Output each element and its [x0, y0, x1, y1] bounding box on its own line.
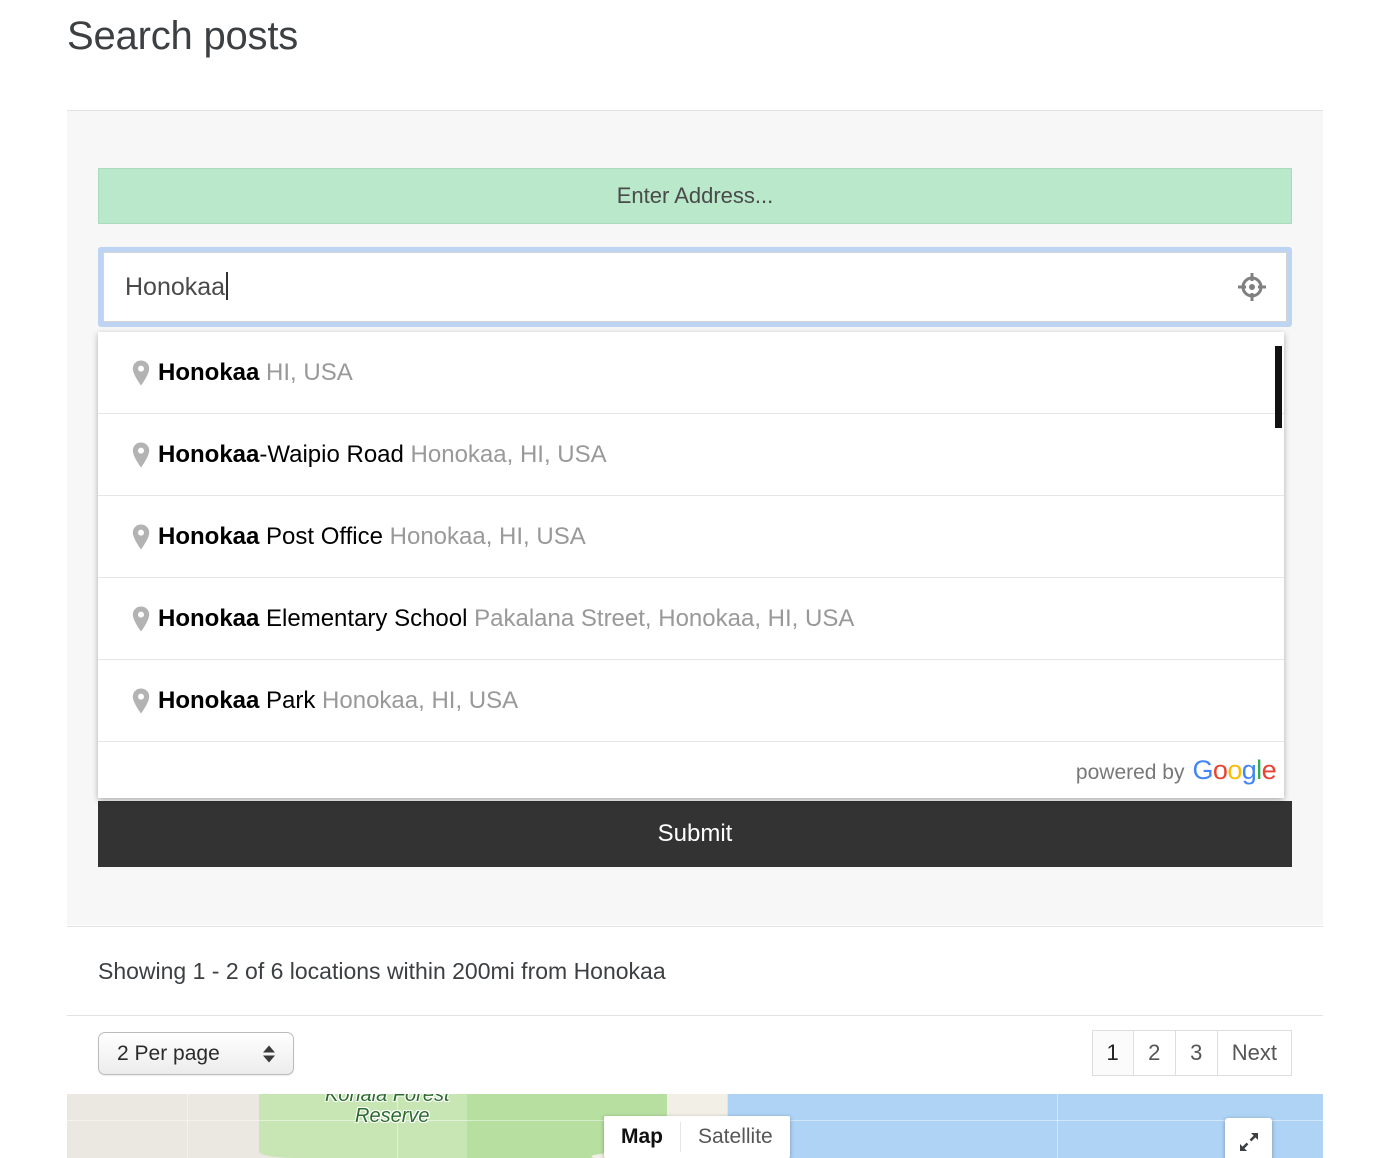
autocomplete-item[interactable]: Honokaa HI, USA [98, 332, 1284, 414]
autocomplete-footer: powered by Google [98, 742, 1284, 798]
pagination-label: 3 [1190, 1040, 1203, 1065]
autocomplete-item-text: Honokaa Elementary School Pakalana Stree… [158, 605, 854, 633]
autocomplete-item-secondary: Honokaa, HI, USA [389, 522, 586, 550]
pagination: 1 2 3 Next [1091, 1030, 1292, 1076]
autocomplete-item-main-bold: Honokaa [158, 440, 260, 468]
results-summary-text: Showing 1 - 2 of 6 locations within 200m… [98, 957, 666, 984]
results-summary-bar: Showing 1 - 2 of 6 locations within 200m… [67, 926, 1323, 1015]
autocomplete-item-secondary: Honokaa, HI, USA [322, 686, 519, 714]
pagination-label: 1 [1106, 1040, 1119, 1065]
map-type-map-label: Map [621, 1125, 663, 1148]
arrow-down-icon [263, 1055, 275, 1062]
autocomplete-item-text: Honokaa Park Honokaa, HI, USA [158, 687, 518, 715]
map-gridline [1057, 1094, 1058, 1158]
map-canvas[interactable]: Kohala Forest Reserve Map Satellite [67, 1094, 1323, 1158]
address-autocomplete-dropdown: Honokaa HI, USA Honokaa-Waipio Road Hono… [98, 332, 1284, 798]
map-pin-icon [124, 523, 158, 551]
powered-by-label: powered by [1075, 760, 1185, 784]
autocomplete-item[interactable]: Honokaa Elementary School Pakalana Stree… [98, 578, 1284, 660]
autocomplete-item[interactable]: Honokaa Park Honokaa, HI, USA [98, 660, 1284, 742]
text-caret [226, 272, 229, 300]
google-logo-letter: e [1261, 754, 1277, 785]
autocomplete-item-main-rest: Post Office [259, 522, 383, 550]
pagination-page-2[interactable]: 2 [1133, 1030, 1176, 1076]
map-gridline [187, 1094, 188, 1158]
autocomplete-item-text: Honokaa Post Office Honokaa, HI, USA [158, 523, 586, 551]
pagination-label: Next [1231, 1040, 1277, 1065]
expand-icon[interactable] [1225, 1118, 1272, 1158]
autocomplete-item[interactable]: Honokaa Post Office Honokaa, HI, USA [98, 496, 1284, 578]
autocomplete-item-secondary: HI, USA [266, 358, 353, 386]
autocomplete-item-main-bold: Honokaa [158, 358, 260, 386]
google-logo-letter: o [1227, 754, 1242, 785]
map-pin-icon [124, 359, 158, 387]
per-page-select-label: 2 Per page [117, 1041, 220, 1065]
map-type-map-button[interactable]: Map [604, 1116, 680, 1158]
powered-by-google: powered by Google [1075, 755, 1277, 786]
map-type-control: Map Satellite [604, 1116, 790, 1158]
submit-button[interactable]: Submit [98, 801, 1292, 867]
map-pin-icon [124, 605, 158, 633]
autocomplete-item-text: Honokaa-Waipio Road Honokaa, HI, USA [158, 441, 607, 469]
pagination-next[interactable]: Next [1217, 1030, 1292, 1076]
map-pin-icon [124, 441, 158, 469]
autocomplete-item-text: Honokaa HI, USA [158, 359, 353, 387]
google-logo-letter: o [1212, 754, 1228, 785]
per-page-select[interactable]: 2 Per page [98, 1032, 294, 1075]
autocomplete-item-main-rest: -Waipio Road [259, 440, 404, 468]
google-logo-letter: G [1192, 754, 1214, 785]
google-logo: Google [1193, 755, 1277, 786]
pagination-page-3[interactable]: 3 [1175, 1030, 1218, 1076]
address-input-value: Honokaa [125, 273, 226, 301]
autocomplete-item-main-bold: Honokaa [158, 522, 260, 550]
map-type-satellite-button[interactable]: Satellite [681, 1116, 790, 1158]
pager-row: 2 Per page 1 2 3 Next [67, 1015, 1323, 1094]
address-input-focus-ring: Honokaa [98, 247, 1292, 327]
arrow-up-icon [263, 1045, 275, 1052]
map-pin-icon [124, 687, 158, 715]
google-logo-letter: g [1241, 754, 1257, 785]
page-title: Search posts [67, 14, 299, 58]
address-banner: Enter Address... [98, 168, 1292, 224]
autocomplete-item[interactable]: Honokaa-Waipio Road Honokaa, HI, USA [98, 414, 1284, 496]
autocomplete-item-main-rest: Park [259, 686, 316, 714]
pagination-page-1[interactable]: 1 [1091, 1030, 1134, 1076]
autocomplete-scrollbar[interactable] [1275, 346, 1282, 428]
address-banner-label: Enter Address... [616, 183, 774, 208]
autocomplete-item-main-rest: Elementary School [259, 604, 468, 632]
submit-button-label: Submit [657, 820, 733, 847]
address-input-value-wrapper[interactable]: Honokaa [104, 272, 1224, 302]
autocomplete-item-secondary: Honokaa, HI, USA [410, 440, 607, 468]
map-type-satellite-label: Satellite [698, 1125, 773, 1148]
address-input[interactable]: Honokaa [103, 252, 1287, 322]
map-place-label-line2: Reserve [355, 1105, 430, 1127]
crosshair-icon[interactable] [1224, 272, 1280, 302]
autocomplete-item-secondary: Pakalana Street, Honokaa, HI, USA [474, 604, 855, 632]
pagination-label: 2 [1148, 1040, 1161, 1065]
autocomplete-item-main-bold: Honokaa [158, 686, 260, 714]
stepper-arrows-icon [263, 1045, 275, 1062]
autocomplete-item-main-bold: Honokaa [158, 604, 260, 632]
